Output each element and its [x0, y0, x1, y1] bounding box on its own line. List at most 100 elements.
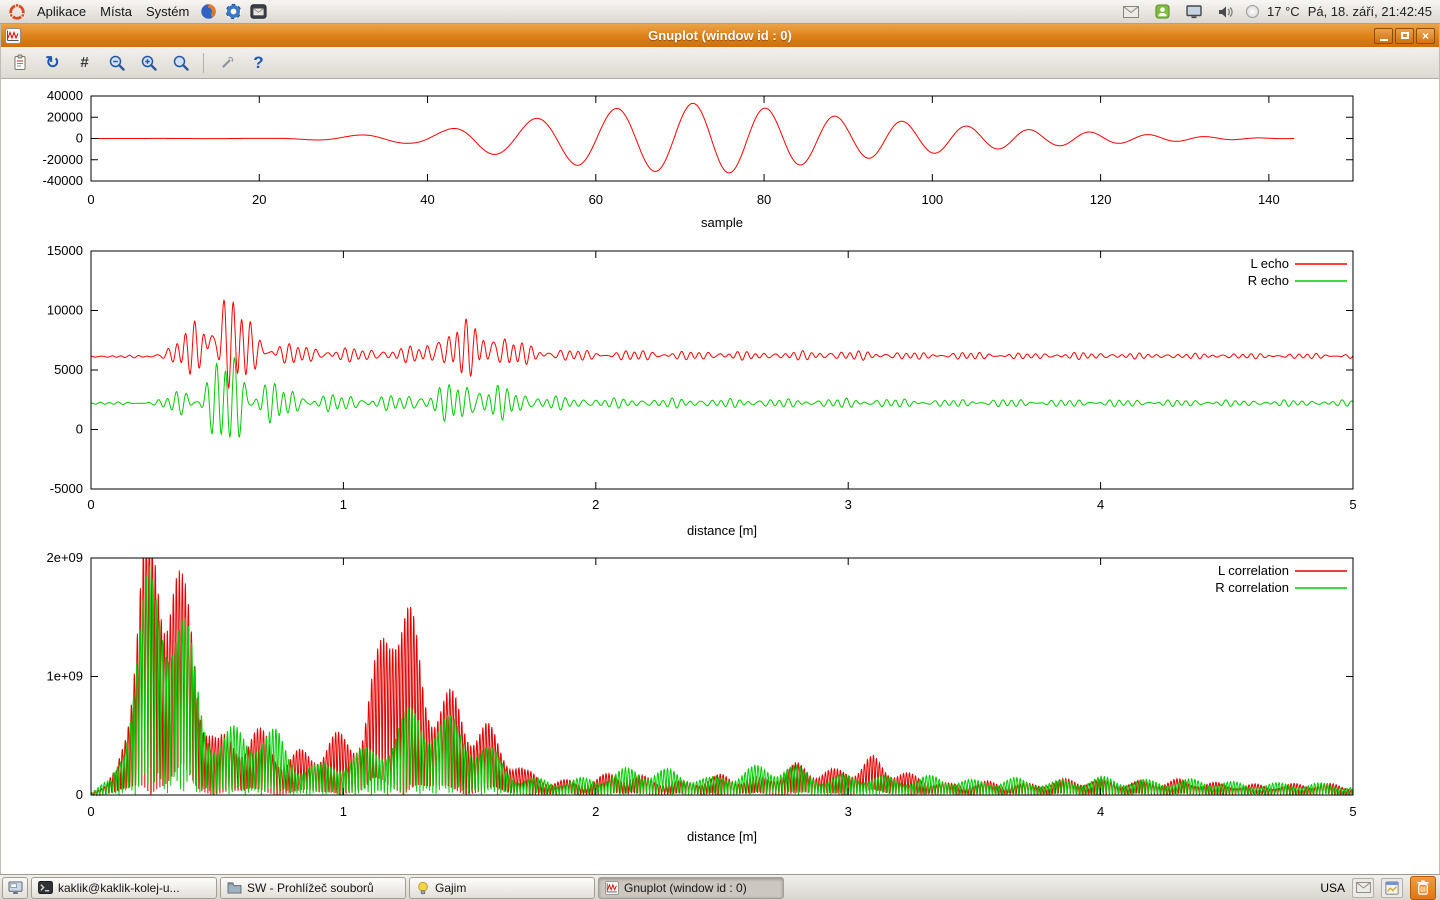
- close-icon: ×: [1422, 30, 1429, 42]
- gajim-status-tray[interactable]: [1151, 1, 1174, 23]
- help-launcher[interactable]: [221, 1, 246, 23]
- menu-system[interactable]: Systém: [139, 1, 196, 23]
- top-panel: Aplikace Místa Systém: [0, 0, 1440, 24]
- legend-label: R echo: [1248, 273, 1289, 288]
- series-chirp-signal: [91, 103, 1294, 172]
- y-tick-label: 0: [76, 787, 83, 802]
- mail-notifier-tray[interactable]: [1119, 1, 1143, 23]
- x-tick-label: 1: [340, 804, 347, 819]
- previous-zoom-button[interactable]: [103, 50, 130, 75]
- legend-label: L correlation: [1218, 563, 1289, 578]
- mail-client-icon: [250, 3, 267, 20]
- volume-tray[interactable]: [1214, 1, 1238, 23]
- window-titlebar[interactable]: Gnuplot (window id : 0) ×: [1, 24, 1439, 47]
- x-tick-label: 120: [1090, 192, 1112, 207]
- y-tick-label: -40000: [43, 173, 83, 188]
- menu-places-label: Místa: [100, 4, 132, 19]
- legend-label: L echo: [1250, 256, 1289, 271]
- taskbar-window-gnuplot[interactable]: Gnuplot (window id : 0): [598, 877, 784, 899]
- volume-icon: [1218, 5, 1234, 19]
- help-button[interactable]: ?: [245, 50, 272, 75]
- toolbar-separator: [203, 53, 204, 73]
- chart-tray-button[interactable]: [1381, 878, 1403, 898]
- menu-system-label: Systém: [146, 4, 189, 19]
- series-r-echo: [91, 358, 1353, 437]
- x-tick-label: 60: [589, 192, 603, 207]
- clock-label[interactable]: Pá, 18. září, 21:42:45: [1308, 4, 1432, 19]
- menu-applications-label: Aplikace: [37, 4, 86, 19]
- y-tick-label: 5000: [54, 362, 83, 377]
- gnuplot-app-icon: [5, 28, 21, 44]
- help-icon: [225, 3, 242, 20]
- mail-client-launcher[interactable]: [246, 1, 271, 23]
- gajim-icon: [416, 881, 430, 895]
- taskbar-window-gajim[interactable]: Gajim: [409, 877, 595, 899]
- replot-button[interactable]: ↻: [39, 50, 66, 75]
- toggle-grid-button[interactable]: #: [71, 50, 98, 75]
- copy-to-clipboard-button[interactable]: [7, 50, 34, 75]
- settings-button[interactable]: [213, 50, 240, 75]
- panel-tray: 17 °C Pá, 18. září, 21:42:45: [1119, 1, 1436, 23]
- trash-icon: [1416, 880, 1430, 895]
- keyboard-layout-indicator[interactable]: USA: [1320, 881, 1345, 895]
- y-tick-label: 15000: [47, 243, 83, 258]
- minimize-button[interactable]: [1374, 28, 1393, 44]
- envelope-icon: [1123, 6, 1139, 18]
- x-tick-label: 140: [1258, 192, 1280, 207]
- ubuntu-logo-icon: [8, 3, 26, 21]
- autoscale-button[interactable]: [167, 50, 194, 75]
- menu-applications[interactable]: Aplikace: [30, 1, 93, 23]
- x-tick-label: 100: [921, 192, 943, 207]
- mail-tray-button[interactable]: [1352, 878, 1374, 898]
- close-button[interactable]: ×: [1416, 28, 1435, 44]
- bottom-taskbar: kaklik@kaklik-kolej-u... SW - Prohlížeč …: [0, 874, 1440, 900]
- y-tick-label: 1e+09: [46, 669, 83, 684]
- gnuplot-window: Gnuplot (window id : 0) × ↻ #: [0, 24, 1440, 874]
- x-tick-label: 3: [845, 804, 852, 819]
- trash-applet[interactable]: [1410, 876, 1436, 900]
- x-axis-label: distance [m]: [687, 523, 757, 538]
- series-r-correlation: [91, 566, 1353, 795]
- weather-icon[interactable]: [1246, 5, 1259, 18]
- window-title: Gnuplot (window id : 0): [1, 28, 1439, 43]
- temperature-label[interactable]: 17 °C: [1267, 4, 1300, 19]
- plot-area: 020406080100120140-40000-200000200004000…: [1, 79, 1439, 874]
- y-tick-label: 20000: [47, 109, 83, 124]
- echo-chart[interactable]: 012345-5000050001000015000distance [m]L …: [1, 243, 1439, 545]
- next-zoom-button[interactable]: [135, 50, 162, 75]
- legend-label: R correlation: [1215, 580, 1289, 595]
- terminal-icon: [38, 881, 53, 894]
- mini-window-icon: [1385, 881, 1399, 895]
- x-tick-label: 4: [1097, 804, 1104, 819]
- taskbar-window-label: Gnuplot (window id : 0): [624, 881, 747, 895]
- waveform-chart[interactable]: 020406080100120140-40000-200000200004000…: [1, 88, 1439, 238]
- y-tick-label: 40000: [47, 88, 83, 103]
- replot-icon: ↻: [45, 54, 59, 71]
- x-tick-label: 3: [845, 497, 852, 512]
- zoom-next-icon: [140, 54, 158, 72]
- computer-icon: [1186, 5, 1202, 19]
- correlation-chart[interactable]: 01234501e+092e+09distance [m]L correlati…: [1, 550, 1439, 850]
- taskbar-window-terminal[interactable]: kaklik@kaklik-kolej-u...: [31, 877, 217, 899]
- taskbar-tray: USA: [1320, 876, 1438, 900]
- firefox-launcher[interactable]: [196, 1, 221, 23]
- computer-status-tray[interactable]: [1182, 1, 1206, 23]
- menu-places[interactable]: Místa: [93, 1, 139, 23]
- maximize-icon: [1401, 32, 1409, 39]
- x-tick-label: 5: [1349, 804, 1356, 819]
- series-l-echo: [91, 300, 1353, 387]
- plot-border: [91, 251, 1353, 489]
- taskbar-window-file-manager[interactable]: SW - Prohlížeč souborů: [220, 877, 406, 899]
- help-question-icon: ?: [253, 54, 263, 71]
- clipboard-icon: [12, 54, 30, 72]
- envelope-icon: [1356, 882, 1371, 893]
- distributor-logo-icon[interactable]: [4, 1, 30, 23]
- show-desktop-button[interactable]: [2, 877, 28, 899]
- maximize-button[interactable]: [1395, 28, 1414, 44]
- show-desktop-icon: [8, 881, 23, 895]
- x-tick-label: 2: [592, 804, 599, 819]
- x-tick-label: 1: [340, 497, 347, 512]
- x-tick-label: 40: [420, 192, 434, 207]
- taskbar-window-label: SW - Prohlížeč souborů: [247, 881, 374, 895]
- grid-icon: #: [80, 55, 88, 70]
